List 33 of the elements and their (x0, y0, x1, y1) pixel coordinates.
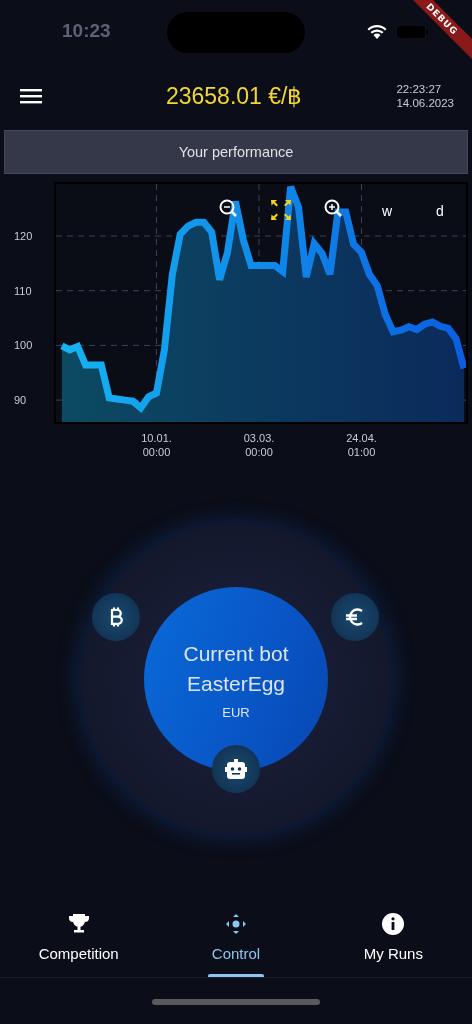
zoom-in-icon[interactable] (324, 199, 342, 217)
info-icon (382, 913, 405, 935)
fit-screen-icon[interactable] (271, 200, 291, 220)
menu-icon (20, 88, 42, 104)
x-axis-label: 03.03. 00:00 (243, 432, 275, 458)
robot-button[interactable] (212, 745, 260, 793)
x-axis-label: 24.04. 01:00 (346, 432, 377, 458)
euro-button[interactable] (331, 593, 379, 641)
bitcoin-button[interactable] (92, 593, 140, 641)
price-text: 23658.01 €/฿ (164, 82, 304, 110)
tab-indicator (208, 974, 264, 977)
bitcoin-icon (109, 607, 123, 627)
y-axis-label: 100 (14, 339, 33, 352)
status-time: 10:23 (62, 20, 111, 42)
y-axis-label: 120 (14, 230, 33, 242)
clock-time: 22:23:27 (396, 82, 443, 96)
menu-button[interactable] (20, 88, 42, 104)
x-axis-label: 10.01. 00:00 (141, 432, 172, 458)
performance-bar: Your performance (4, 130, 468, 174)
zoom-out-icon[interactable] (219, 199, 237, 217)
euro-icon (345, 607, 365, 627)
range-toggle[interactable]: d (436, 203, 444, 219)
robot-icon (225, 759, 247, 779)
y-axis-label: 110 (14, 284, 32, 297)
trophy-icon (67, 913, 90, 935)
wifi-icon (366, 24, 388, 40)
nav-tab[interactable]: My Runs (314, 899, 472, 977)
nav-tab[interactable]: Control (157, 899, 315, 977)
nav-tab[interactable]: Competition (0, 899, 158, 977)
y-axis-label: 90 (14, 394, 27, 407)
range-toggle[interactable]: w (381, 203, 393, 219)
move-icon (225, 913, 247, 935)
clock-date: 14.06.2023 (396, 96, 454, 110)
